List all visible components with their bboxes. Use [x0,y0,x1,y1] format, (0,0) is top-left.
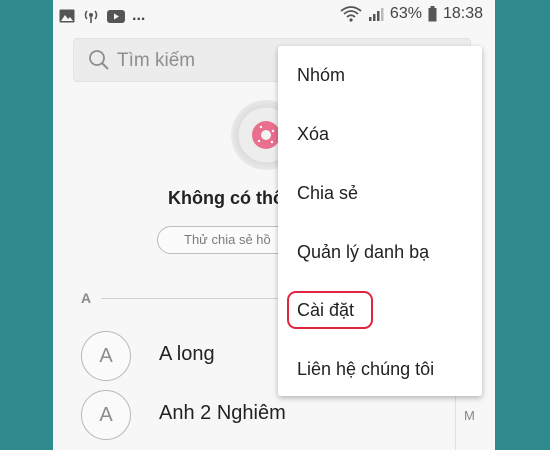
empty-state-message: Không có thô [168,188,284,208]
section-header-a: A [81,290,92,306]
signal-icon [368,8,384,21]
wifi-icon [340,6,362,22]
search-placeholder: Tìm kiếm [117,50,196,71]
contact-name: A long [159,343,215,365]
status-time: 18:38 [442,5,483,22]
menu-item-contact-us[interactable]: Liên hệ chúng tôi [297,359,434,380]
status-bar: ... 63% 18:38 [53,0,495,32]
menu-item-group[interactable]: Nhóm [297,65,345,86]
index-letter[interactable]: M [464,408,475,423]
avatar: A [81,390,131,440]
share-hint-label: Thử chia sẻ hồ [184,232,271,247]
battery-icon [428,6,437,22]
broadcast-icon [84,10,98,23]
status-more-dots: ... [132,7,146,24]
menu-item-manage-contacts[interactable]: Quản lý danh bạ [297,242,429,263]
menu-item-delete[interactable]: Xóa [297,124,329,145]
battery-percent: 63% [389,5,422,22]
image-icon [59,9,75,23]
avatar: A [81,331,131,381]
menu-item-share[interactable]: Chia sẻ [297,183,358,204]
overflow-menu: Nhóm Xóa Chia sẻ Quản lý danh bạ Cài đặt… [278,46,482,396]
contact-name: Anh 2 Nghiêm [159,402,286,424]
search-icon [89,50,109,70]
youtube-icon [107,9,125,23]
menu-item-settings[interactable]: Cài đặt [297,300,354,321]
